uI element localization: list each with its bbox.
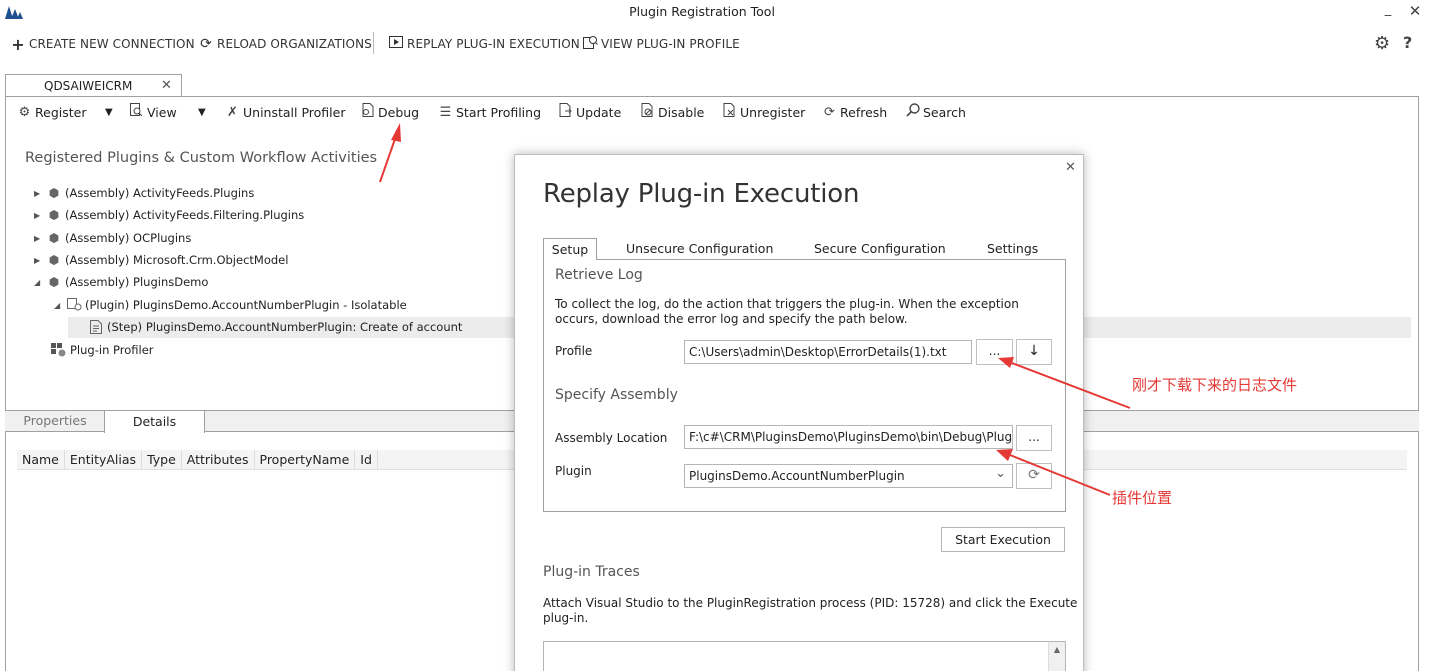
annotation-arrows bbox=[379, 123, 1131, 496]
tab-setup[interactable]: Setup bbox=[543, 238, 597, 260]
debug-arrow bbox=[379, 123, 401, 183]
annotation-plugin-location: 插件位置 bbox=[1112, 489, 1173, 507]
annotation-log-file: 刚才下载下来的日志文件 bbox=[1132, 376, 1298, 394]
plugin-location-arrow bbox=[996, 449, 1111, 496]
log-file-arrow bbox=[998, 357, 1131, 409]
